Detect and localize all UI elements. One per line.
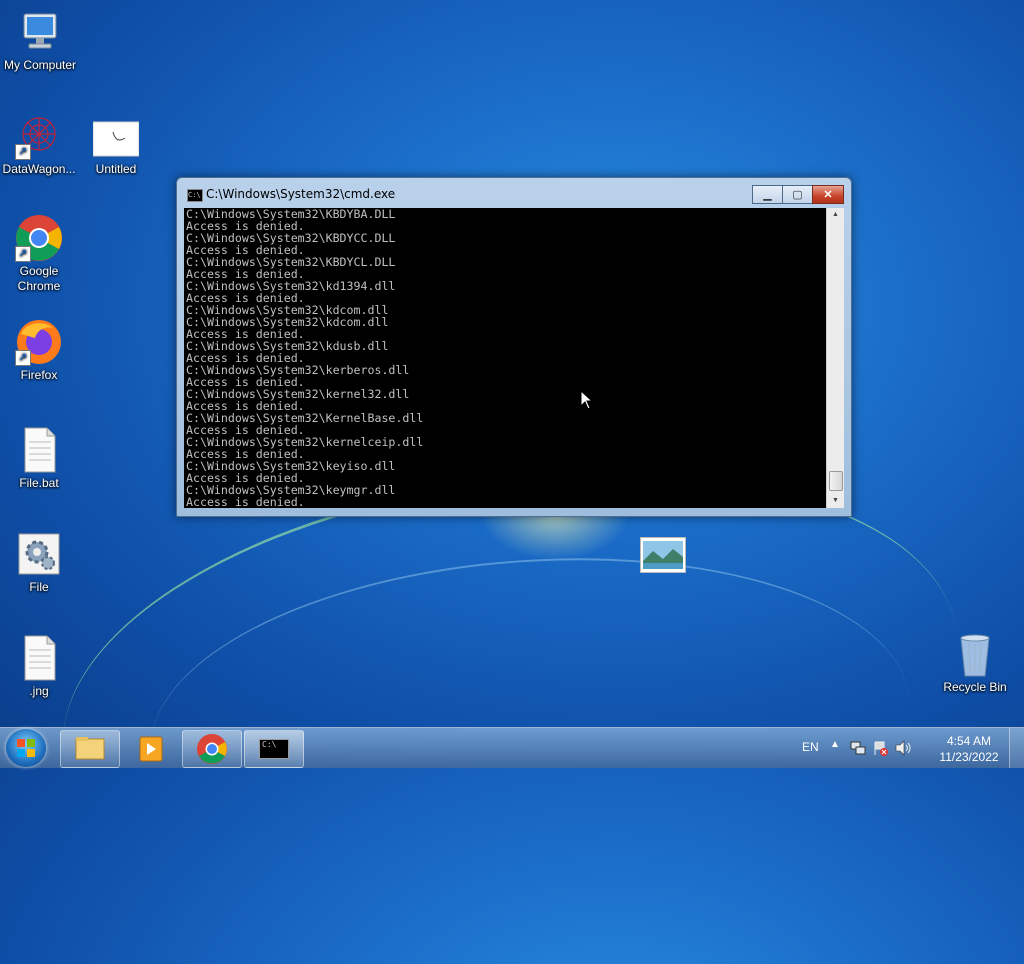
scroll-down-arrow-icon[interactable]: ▼	[827, 494, 844, 508]
system-tray: EN ▲ 4:54 AM 11/23/2022	[784, 728, 1024, 768]
shortcut-arrow-icon: ↗	[15, 144, 31, 160]
desktop-icon-label: Firefox	[20, 368, 58, 382]
image-file-icon	[92, 112, 140, 160]
desktop-icon-recycle-bin[interactable]: Recycle Bin	[935, 630, 1015, 695]
desktop-icon-chrome[interactable]: ↗ Google Chrome	[0, 214, 79, 294]
scroll-up-arrow-icon[interactable]: ▲	[827, 208, 844, 222]
close-button[interactable]: ✕	[812, 185, 844, 204]
vertical-scrollbar[interactable]: ▲ ▼	[826, 208, 844, 508]
mouse-cursor-icon	[580, 390, 594, 410]
window-title: C:\Windows\System32\cmd.exe	[206, 187, 396, 201]
desktop-icon-label: DataWagon...	[2, 162, 76, 176]
wallpaper-swirl-secondary	[139, 533, 921, 919]
desktop-icon-my-computer[interactable]: My Computer	[0, 8, 80, 73]
show-desktop-button[interactable]	[1009, 728, 1024, 768]
cmd-icon: C:\	[187, 189, 203, 202]
show-hidden-icons-icon[interactable]: ▲	[830, 739, 840, 750]
desktop-icon-label: File	[29, 580, 49, 594]
console-line: Access is denied.	[186, 495, 305, 508]
cmd-window[interactable]: C:\ C:\Windows\System32\cmd.exe ▁ ▢ ✕ C:…	[176, 177, 852, 517]
taskbar-explorer[interactable]	[60, 730, 120, 768]
media-player-icon	[139, 736, 163, 762]
landscape-image-icon	[643, 541, 683, 569]
desktop-icon-label: Untitled	[95, 162, 137, 176]
desktop-picture-thumbnail[interactable]	[640, 537, 686, 573]
shortcut-arrow-icon: ↗	[15, 350, 31, 366]
datawagon-icon: ↗	[15, 112, 63, 160]
recycle-bin-icon	[951, 630, 999, 678]
chrome-icon: ↗	[15, 214, 63, 262]
action-center-flag-icon[interactable]	[872, 740, 888, 756]
computer-icon	[16, 8, 64, 56]
desktop-icon-firefox[interactable]: ↗ Firefox	[0, 318, 79, 383]
taskbar: C:\ EN ▲ 4:54 AM 11/23/2022	[0, 727, 1024, 768]
desktop-icon-jng[interactable]: .jng	[0, 634, 79, 699]
volume-icon[interactable]	[894, 740, 912, 756]
taskbar-media-player[interactable]	[121, 730, 181, 768]
shortcut-arrow-icon: ↗	[15, 246, 31, 262]
network-icon[interactable]	[850, 740, 866, 756]
clock[interactable]: 4:54 AM 11/23/2022	[934, 733, 1004, 765]
desktop-icon-untitled[interactable]: Untitled	[76, 112, 156, 177]
folder-icon	[75, 737, 105, 760]
windows-logo-icon	[17, 739, 35, 757]
scrollbar-thumb[interactable]	[829, 471, 843, 491]
firefox-icon: ↗	[15, 318, 63, 366]
language-indicator[interactable]: EN	[802, 740, 819, 754]
clock-time: 4:54 AM	[946, 734, 992, 748]
generic-file-icon	[15, 634, 63, 682]
clock-date: 11/23/2022	[939, 750, 999, 764]
desktop-icon-label: File.bat	[19, 476, 59, 490]
cmd-icon: C:\	[259, 739, 289, 759]
desktop-icon-file[interactable]: File	[0, 530, 79, 595]
start-button[interactable]	[6, 729, 46, 767]
desktop-icon-label: My Computer	[3, 58, 77, 72]
settings-file-icon	[15, 530, 63, 578]
console-output[interactable]: C:\Windows\System32\KBDYBA.DLL Access is …	[184, 208, 826, 508]
window-titlebar[interactable]: C:\ C:\Windows\System32\cmd.exe ▁ ▢ ✕	[177, 178, 851, 208]
maximize-button[interactable]: ▢	[782, 185, 813, 204]
desktop-icon-label: .jng	[29, 684, 49, 698]
batch-file-icon	[15, 426, 63, 474]
desktop-icon-label: Recycle Bin	[943, 680, 1007, 694]
desktop-icon-datawagon[interactable]: ↗ DataWagon...	[0, 112, 79, 177]
minimize-button[interactable]: ▁	[752, 185, 783, 204]
taskbar-cmd[interactable]: C:\	[244, 730, 304, 768]
desktop-icon-label: Google Chrome	[17, 264, 61, 293]
chrome-icon	[197, 734, 227, 764]
desktop-icon-file-bat[interactable]: File.bat	[0, 426, 79, 491]
taskbar-chrome[interactable]	[182, 730, 242, 768]
